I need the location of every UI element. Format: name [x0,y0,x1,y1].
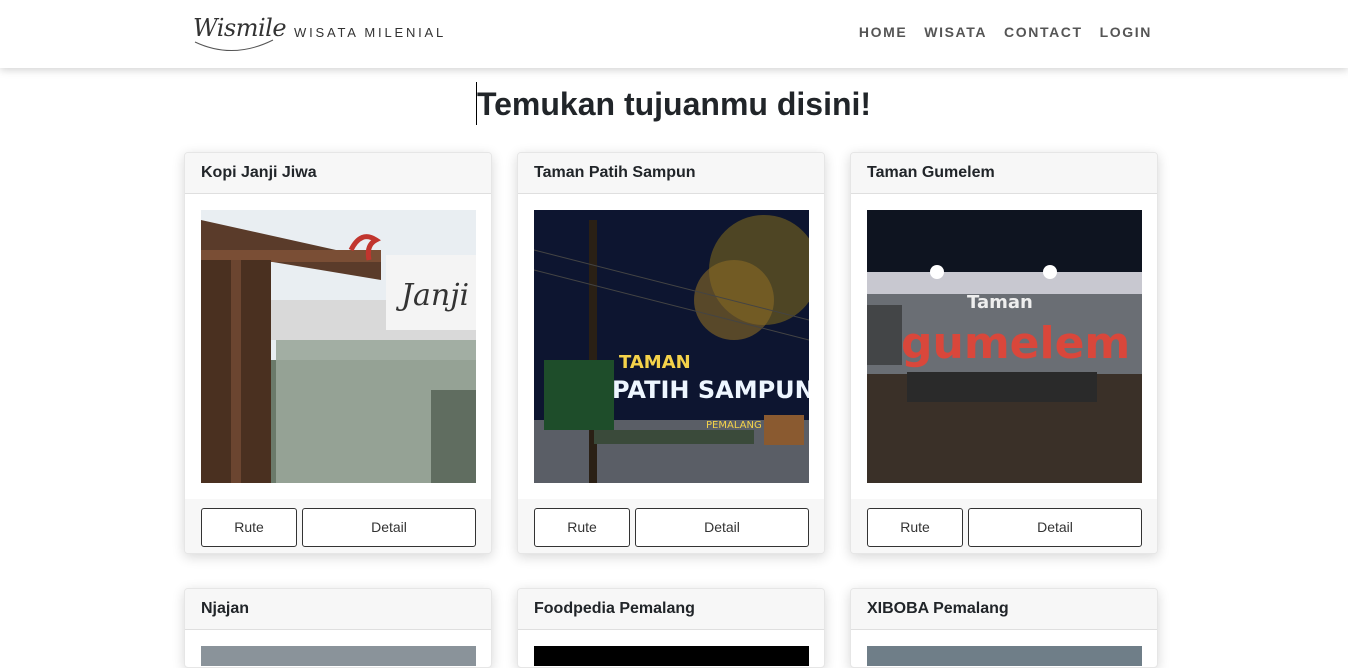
detail-button[interactable]: Detail [635,508,809,547]
card-njajan: Njajan [184,588,492,668]
nav-contact[interactable]: CONTACT [1004,24,1083,40]
card-taman-patih-sampun: Taman Patih Sampun TAMAN PATIH SAMPUN PE… [517,152,825,554]
sign-line2: PATIH SAMPUN [612,376,809,404]
card-title: Foodpedia Pemalang [518,589,824,630]
card-title: Taman Gumelem [851,153,1157,194]
card-image[interactable] [534,646,809,666]
page-title: Temukan tujuanmu disini! [476,86,872,122]
rute-button[interactable]: Rute [867,508,963,547]
card-xiboba-pemalang: XIBOBA Pemalang [850,588,1158,668]
brand-tagline: WISATA MILENIAL [294,24,447,40]
logo[interactable]: Wismile [193,12,287,52]
card-foodpedia-pemalang: Foodpedia Pemalang [517,588,825,668]
navbar: Wismile WISATA MILENIAL HOME WISATA CONT… [0,0,1348,68]
rute-button[interactable]: Rute [201,508,297,547]
card-title: Kopi Janji Jiwa [185,153,491,194]
sign-line1: Taman [967,292,1033,313]
card-image[interactable]: Taman gumelem [867,210,1142,483]
sign-line1: TAMAN [619,352,691,373]
card-title: XIBOBA Pemalang [851,589,1157,630]
card-image[interactable] [201,646,476,666]
detail-button[interactable]: Detail [302,508,476,547]
card-taman-gumelem: Taman Gumelem Taman gumelem Rute Detail [850,152,1158,554]
detail-button[interactable]: Detail [968,508,1142,547]
nav-home[interactable]: HOME [859,24,907,40]
nav-wisata[interactable]: WISATA [924,24,987,40]
shop-sign-text: Janji [395,278,469,313]
main-nav: HOME WISATA CONTACT LOGIN [859,24,1152,40]
card-image[interactable]: Janji [201,210,476,483]
card-kopi-janji-jiwa: Kopi Janji Jiwa Janji Rute Detail [184,152,492,554]
logo-swoosh-icon [194,39,274,51]
rute-button[interactable]: Rute [534,508,630,547]
card-image[interactable] [867,646,1142,666]
brand[interactable]: Wismile WISATA MILENIAL [193,12,446,52]
card-title: Taman Patih Sampun [518,153,824,194]
sign-line3: PEMALANG [706,420,762,431]
card-title: Njajan [185,589,491,630]
sign-line2: gumelem [901,318,1130,369]
card-image[interactable]: TAMAN PATIH SAMPUN PEMALANG [534,210,809,483]
nav-login[interactable]: LOGIN [1100,24,1152,40]
